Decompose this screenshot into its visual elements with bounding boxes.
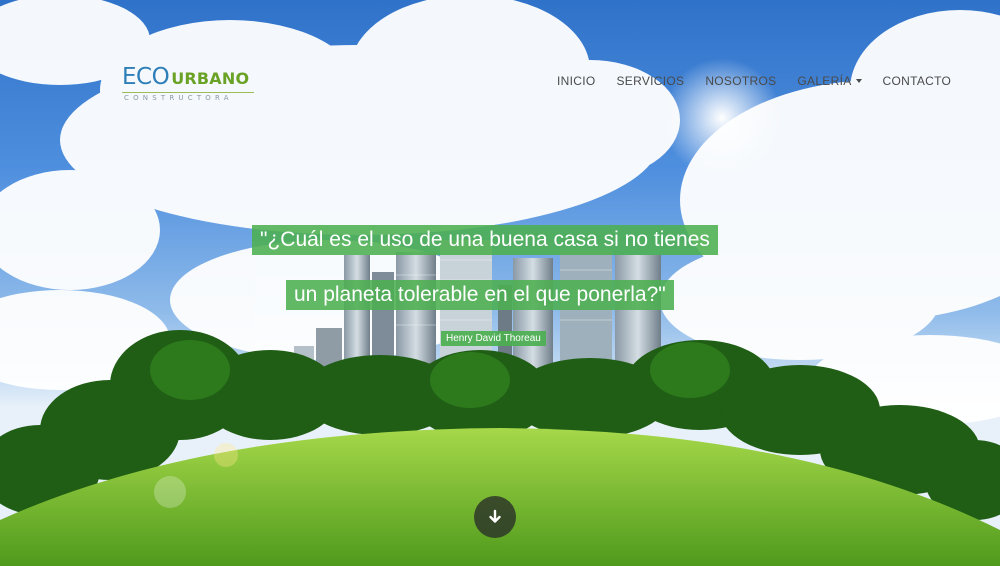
hero-quote-line-1: "¿Cuál es el uso de una buena casa si no… bbox=[252, 225, 718, 255]
nav-item-servicios[interactable]: SERVICIOS bbox=[616, 74, 684, 88]
nav-item-contacto[interactable]: CONTACTO bbox=[883, 74, 952, 88]
logo-tagline: CONSTRUCTORA bbox=[124, 94, 233, 102]
logo-urbano-text: URBANO bbox=[171, 69, 250, 88]
arrow-down-icon bbox=[489, 509, 501, 523]
scroll-down-button[interactable] bbox=[474, 496, 516, 538]
caret-down-icon bbox=[855, 79, 862, 83]
main-nav: INICIO SERVICIOS NOSOTROS GALERÍA CONTAC… bbox=[557, 74, 951, 88]
hero-quote-line-2: un planeta tolerable en el que ponerla?" bbox=[286, 280, 674, 310]
nav-item-galeria-label: GALERÍA bbox=[797, 74, 852, 88]
nav-item-nosotros[interactable]: NOSOTROS bbox=[705, 74, 776, 88]
nav-item-inicio[interactable]: INICIO bbox=[557, 74, 595, 88]
logo-eco-text: ECO bbox=[122, 64, 170, 90]
hero-section: ECO URBANO CONSTRUCTORA INICIO SERVICIOS … bbox=[0, 0, 1000, 566]
quote-author: Henry David Thoreau bbox=[441, 331, 546, 346]
nav-item-galeria[interactable]: GALERÍA bbox=[797, 74, 862, 88]
brand-logo[interactable]: ECO URBANO CONSTRUCTORA bbox=[122, 66, 254, 106]
logo-divider bbox=[122, 92, 254, 93]
